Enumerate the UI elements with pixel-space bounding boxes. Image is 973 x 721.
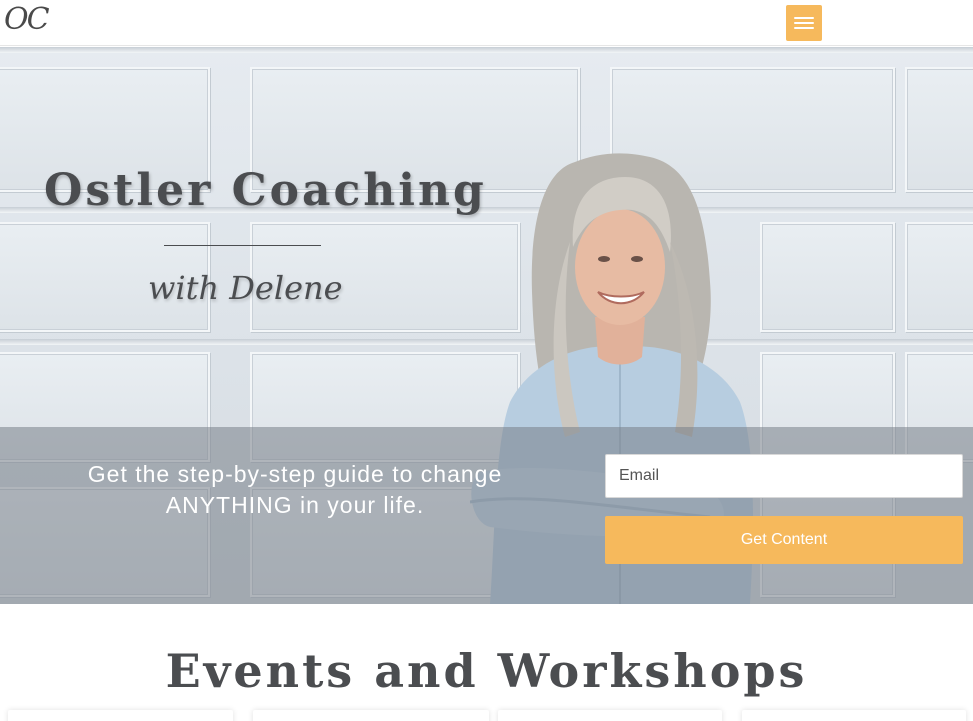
event-card[interactable] (498, 710, 722, 721)
site-header: OC (0, 0, 973, 46)
door-panel (905, 222, 973, 332)
menu-line (794, 27, 814, 29)
optin-band: Get the step-by-step guide to change ANY… (0, 427, 973, 604)
event-card[interactable] (253, 710, 489, 721)
email-input[interactable] (605, 454, 963, 498)
hamburger-menu-icon[interactable] (786, 5, 822, 41)
door-panel (760, 222, 895, 332)
door-panel (905, 67, 973, 192)
hero-title: Ostler Coaching (44, 165, 487, 216)
title-divider (164, 245, 321, 246)
event-card[interactable] (742, 710, 966, 721)
optin-tagline: Get the step-by-step guide to change ANY… (87, 461, 503, 518)
door-rib (0, 47, 973, 53)
menu-line (794, 17, 814, 19)
hero-section: Ostler Coaching with Delene Get the step… (0, 47, 973, 604)
site-logo[interactable]: OC (4, 2, 50, 38)
events-section-title: Events and Workshops (165, 644, 808, 698)
menu-line (794, 22, 814, 24)
get-content-button[interactable]: Get Content (605, 516, 963, 564)
event-card[interactable] (8, 710, 233, 721)
hero-subtitle: with Delene (148, 269, 343, 307)
